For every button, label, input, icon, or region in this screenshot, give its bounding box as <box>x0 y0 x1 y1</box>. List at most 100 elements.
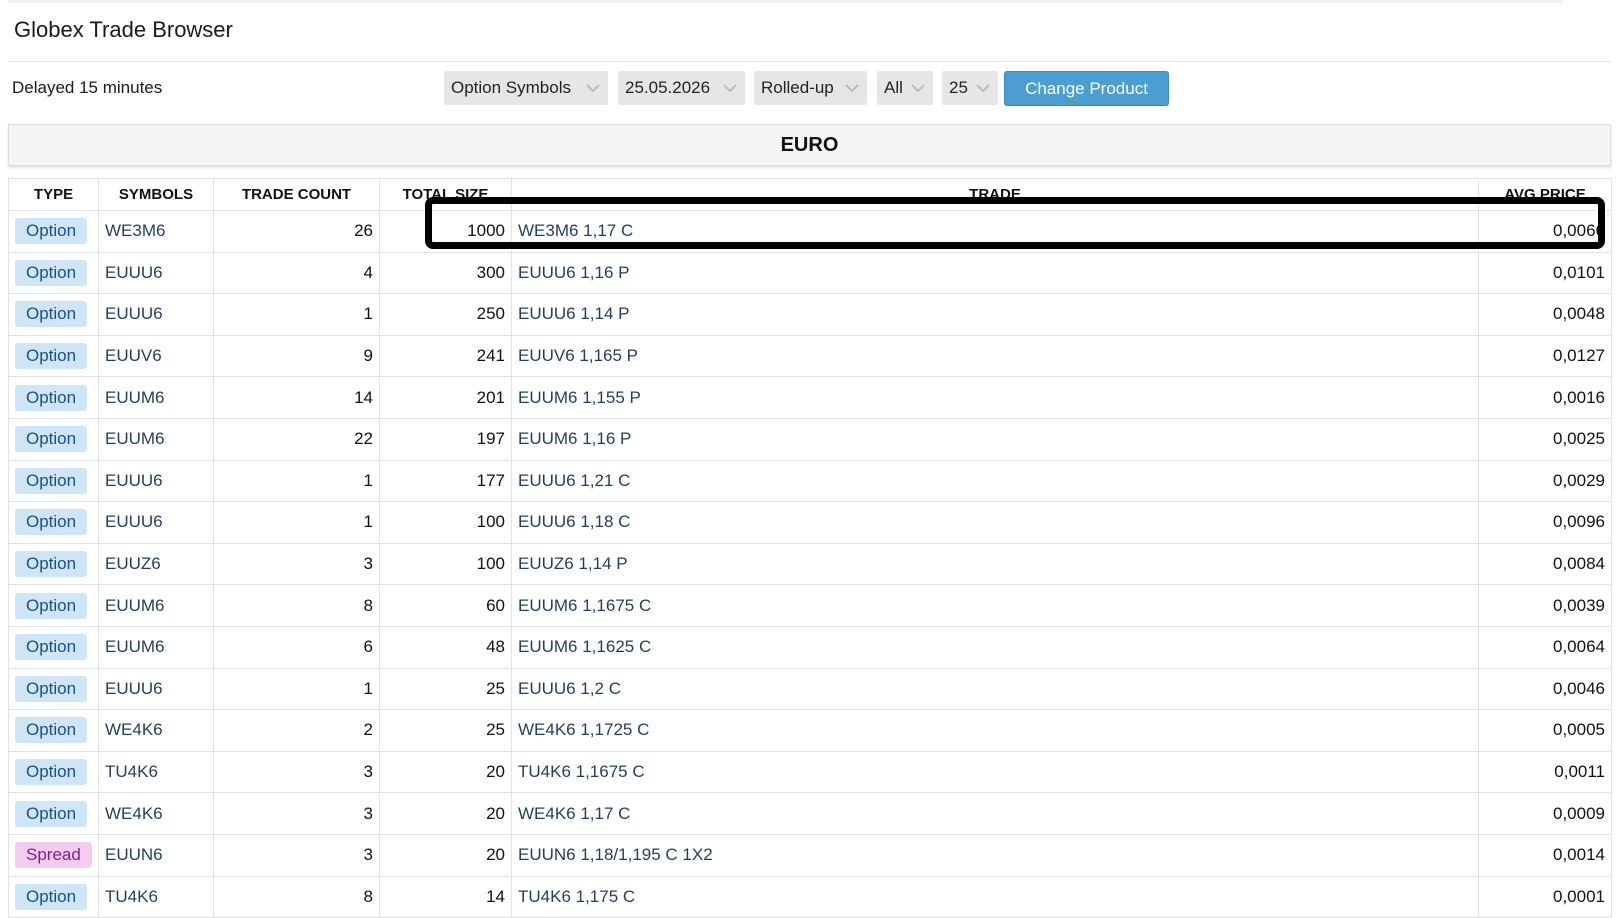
avg-price-cell: 0,0005 <box>1478 709 1612 752</box>
trade-count-cell: 3 <box>213 750 380 794</box>
type-cell: Option <box>8 293 99 336</box>
type-cell: Option <box>8 334 99 378</box>
trade-count-cell: 1 <box>213 459 380 503</box>
chevron-down-icon <box>975 80 991 96</box>
avg-price-cell: 0,0001 <box>1478 875 1612 918</box>
table-row[interactable]: Option WE3M6 26 1000 WE3M6 1,17 C 0,0066 <box>8 210 1612 253</box>
symbol-cell: TU4K6 <box>98 750 214 794</box>
table-row[interactable]: Option EUUU6 1 25 EUUU6 1,2 C 0,0046 <box>8 667 1612 711</box>
table-row[interactable]: Option EUUU6 1 100 EUUU6 1,18 C 0,0096 <box>8 501 1612 544</box>
col-header-total-size[interactable]: TOTAL SIZE <box>379 178 512 211</box>
trade-count-cell: 14 <box>213 376 380 419</box>
type-badge: Option <box>15 218 88 245</box>
table-row[interactable]: Option EUUM6 14 201 EUUM6 1,155 P 0,0016 <box>8 376 1612 419</box>
type-filter-value: All <box>884 78 903 97</box>
total-size-cell: 20 <box>379 750 512 794</box>
total-size-cell: 177 <box>379 459 512 503</box>
trade-cell: EUUM6 1,1625 C <box>511 625 1479 669</box>
trade-cell: EUUU6 1,2 C <box>511 667 1479 711</box>
table-header-row: TYPE SYMBOLS TRADE COUNT TOTAL SIZE TRAD… <box>8 178 1612 211</box>
avg-price-cell: 0,0039 <box>1478 584 1612 627</box>
trade-count-cell: 26 <box>213 210 380 253</box>
avg-price-cell: 0,0048 <box>1478 293 1612 336</box>
type-cell: Option <box>8 709 99 752</box>
type-badge: Option <box>15 717 88 744</box>
type-badge: Option <box>15 883 88 910</box>
total-size-cell: 60 <box>379 584 512 627</box>
total-size-cell: 48 <box>379 625 512 669</box>
table-row[interactable]: Option EUUU6 4 300 EUUU6 1,16 P 0,0101 <box>8 251 1612 295</box>
table-row[interactable]: Option EUUM6 22 197 EUUM6 1,16 P 0,0025 <box>8 417 1612 461</box>
delay-status: Delayed 15 minutes <box>12 78 163 97</box>
avg-price-cell: 0,0029 <box>1478 459 1612 503</box>
trade-count-cell: 1 <box>213 501 380 544</box>
change-product-button[interactable]: Change Product <box>1004 71 1169 106</box>
date-select[interactable]: 25.05.2026 <box>618 71 745 105</box>
table-row[interactable]: Spread EUUN6 3 20 EUUN6 1,18/1,195 C 1X2 0,00… <box>8 833 1612 877</box>
symbol-cell: EUUM6 <box>98 625 214 669</box>
trade-count-cell: 1 <box>213 667 380 711</box>
symbol-cell: WE4K6 <box>98 709 214 752</box>
trade-cell: EUUM6 1,16 P <box>511 417 1479 461</box>
trade-count-cell: 22 <box>213 417 380 461</box>
type-cell: Option <box>8 501 99 544</box>
trade-cell: WE3M6 1,17 C <box>511 210 1479 253</box>
col-header-type[interactable]: TYPE <box>8 178 99 211</box>
type-badge: Option <box>15 384 88 411</box>
total-size-cell: 241 <box>379 334 512 378</box>
trade-count-cell: 3 <box>213 792 380 835</box>
table-row[interactable]: Option EUUU6 1 177 EUUU6 1,21 C 0,0029 <box>8 459 1612 503</box>
table-row[interactable]: Option WE4K6 3 20 WE4K6 1,17 C 0,0009 <box>8 792 1612 835</box>
type-badge: Option <box>15 551 88 578</box>
col-header-trade-count[interactable]: TRADE COUNT <box>213 178 380 211</box>
col-header-trade[interactable]: TRADE <box>511 178 1479 211</box>
type-badge: Option <box>15 634 88 661</box>
symbol-view-value: Option Symbols <box>451 78 571 97</box>
symbol-cell: WE3M6 <box>98 210 214 253</box>
top-divider <box>8 0 1563 3</box>
table-row[interactable]: Option EUUV6 9 241 EUUV6 1,165 P 0,0127 <box>8 334 1612 378</box>
total-size-cell: 250 <box>379 293 512 336</box>
chevron-down-icon <box>585 80 601 96</box>
avg-price-cell: 0,0011 <box>1478 750 1612 794</box>
table-row[interactable]: Option EUUZ6 3 100 EUUZ6 1,14 P 0,0084 <box>8 542 1612 586</box>
table-row[interactable]: Option TU4K6 8 14 TU4K6 1,175 C 0,0001 <box>8 875 1612 918</box>
symbol-cell: EUUM6 <box>98 376 214 419</box>
type-filter-select[interactable]: All <box>877 71 933 105</box>
table-row[interactable]: Option EUUU6 1 250 EUUU6 1,14 P 0,0048 <box>8 293 1612 336</box>
table-row[interactable]: Option EUUM6 6 48 EUUM6 1,1625 C 0,0064 <box>8 625 1612 669</box>
col-header-avg-price[interactable]: AVG PRICE <box>1478 178 1612 211</box>
avg-price-cell: 0,0084 <box>1478 542 1612 586</box>
type-cell: Option <box>8 667 99 711</box>
trade-cell: EUUU6 1,21 C <box>511 459 1479 503</box>
type-cell: Option <box>8 417 99 461</box>
avg-price-cell: 0,0016 <box>1478 376 1612 419</box>
type-badge: Option <box>15 592 88 619</box>
trade-cell: WE4K6 1,17 C <box>511 792 1479 835</box>
row-limit-select[interactable]: 25 <box>942 71 998 105</box>
symbol-cell: EUUU6 <box>98 459 214 503</box>
aggregation-select[interactable]: Rolled-up <box>754 71 867 105</box>
type-badge: Option <box>15 509 88 536</box>
symbol-view-select[interactable]: Option Symbols <box>444 71 608 105</box>
symbol-cell: EUUV6 <box>98 334 214 378</box>
title-divider <box>8 61 1610 62</box>
trade-cell: TU4K6 1,175 C <box>511 875 1479 918</box>
table-row[interactable]: Option EUUM6 8 60 EUUM6 1,1675 C 0,0039 <box>8 584 1612 627</box>
type-cell: Option <box>8 584 99 627</box>
trade-count-cell: 3 <box>213 833 380 877</box>
col-header-symbols[interactable]: SYMBOLS <box>98 178 214 211</box>
table-body: Option WE3M6 26 1000 WE3M6 1,17 C 0,0066 Optio… <box>8 210 1612 918</box>
type-badge: Option <box>15 259 88 286</box>
type-cell: Option <box>8 251 99 295</box>
avg-price-cell: 0,0046 <box>1478 667 1612 711</box>
total-size-cell: 1000 <box>379 210 512 253</box>
table-row[interactable]: Option TU4K6 3 20 TU4K6 1,1675 C 0,0011 <box>8 750 1612 794</box>
app-title: Globex Trade Browser <box>14 17 233 42</box>
symbol-cell: WE4K6 <box>98 792 214 835</box>
trade-cell: EUUZ6 1,14 P <box>511 542 1479 586</box>
type-cell: Spread <box>8 833 99 877</box>
total-size-cell: 197 <box>379 417 512 461</box>
table-row[interactable]: Option WE4K6 2 25 WE4K6 1,1725 C 0,0005 <box>8 709 1612 752</box>
type-cell: Option <box>8 376 99 419</box>
